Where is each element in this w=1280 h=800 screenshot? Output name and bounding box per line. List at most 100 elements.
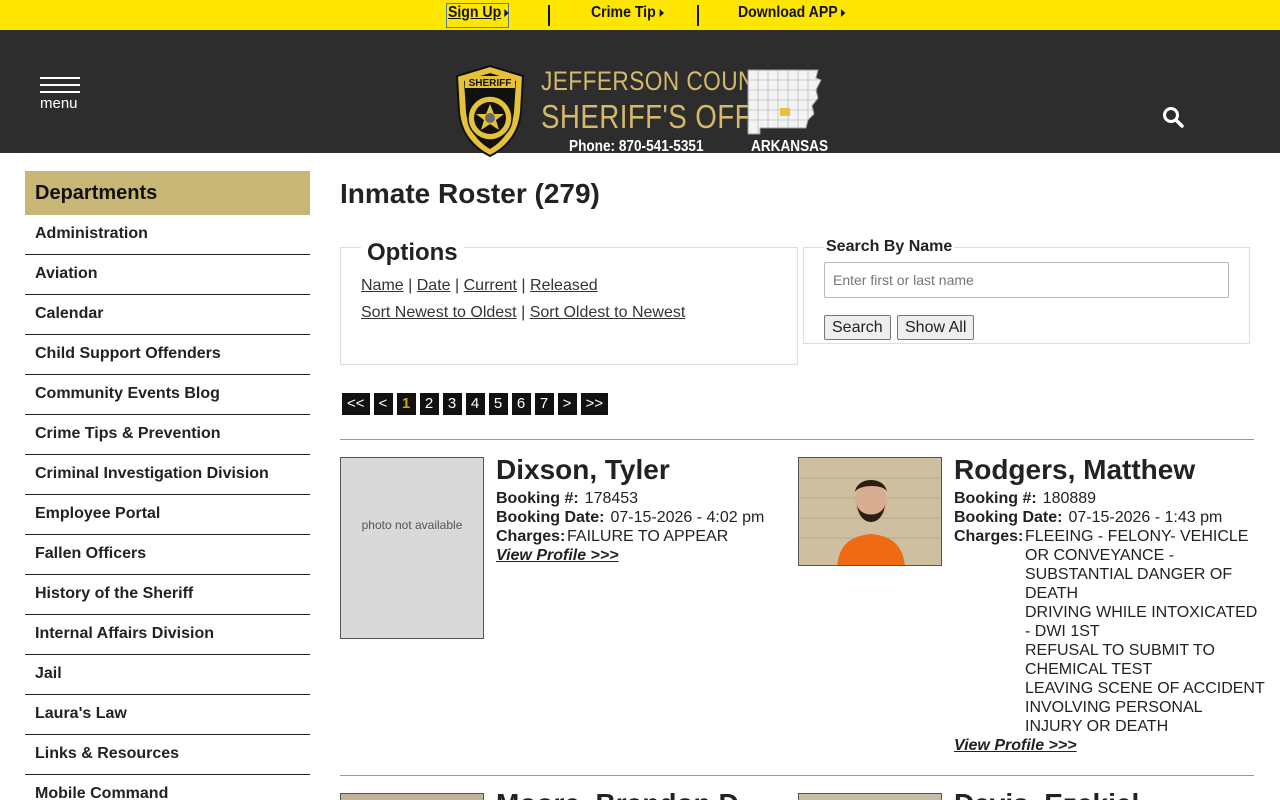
options-panel: Options Name | Date | Current | Released… <box>340 239 798 365</box>
booking-date-label: Booking Date: <box>496 509 605 526</box>
page-prev[interactable]: < <box>373 393 393 415</box>
sidebar-item-community-events-blog[interactable]: Community Events Blog <box>25 375 310 415</box>
page-5[interactable]: 5 <box>488 393 508 415</box>
divider <box>697 5 699 26</box>
arkansas-map-icon <box>747 69 822 135</box>
sidebar-item-crime-tips-prevention[interactable]: Crime Tips & Prevention <box>25 415 310 455</box>
caret-right-icon <box>504 8 510 17</box>
divider <box>340 439 1254 440</box>
hamburger-line <box>40 91 80 93</box>
page-4[interactable]: 4 <box>465 393 485 415</box>
sidebar-item-lauras-law[interactable]: Laura's Law <box>25 695 310 735</box>
separator: | <box>521 304 526 321</box>
inmate-name: Davis, Ezekiel <box>954 790 1139 800</box>
sidebar-item-criminal-investigation[interactable]: Criminal Investigation Division <box>25 455 310 495</box>
signup-label: Sign Up <box>448 4 502 21</box>
filter-links: Name | Date | Current | Released <box>361 277 598 295</box>
sidebar-heading: Departments <box>25 171 310 215</box>
filter-current-link[interactable]: Current <box>464 277 517 294</box>
inmate-card: Rodgers, Matthew Booking #: 180889 Bookin… <box>954 456 1265 755</box>
photo-unavailable-text: photo not available <box>361 518 463 532</box>
sidebar-item-aviation[interactable]: Aviation <box>25 255 310 295</box>
inmate-photo[interactable] <box>340 793 484 800</box>
charge-item: CHEMICAL TEST <box>1025 661 1153 678</box>
charge-item: INVOLVING PERSONAL <box>1025 699 1203 716</box>
charge-item: - DWI 1ST <box>1025 623 1100 640</box>
divider <box>340 775 1254 776</box>
departments-sidebar: Departments Administration Aviation Cale… <box>25 171 310 800</box>
caret-right-icon <box>659 8 664 17</box>
sidebar-item-employee-portal[interactable]: Employee Portal <box>25 495 310 535</box>
booking-number: 178453 <box>584 490 639 507</box>
page-first[interactable]: << <box>342 393 370 415</box>
menu-button[interactable]: menu <box>38 75 82 115</box>
sidebar-item-child-support-offenders[interactable]: Child Support Offenders <box>25 335 310 375</box>
sort-oldest-link[interactable]: Sort Oldest to Newest <box>530 304 686 321</box>
signup-link[interactable]: Sign Up <box>448 4 510 22</box>
page-1[interactable]: 1 <box>396 393 416 415</box>
sort-links: Sort Newest to Oldest | Sort Oldest to N… <box>361 304 685 322</box>
top-bar: Sign Up Crime Tip Download APP <box>0 0 1280 30</box>
charge-item: DRIVING WHILE INTOXICATED <box>1025 604 1258 621</box>
menu-label: menu <box>40 95 78 112</box>
charge-item: REFUSAL TO SUBMIT TO <box>1025 642 1215 659</box>
inmate-card: Davis, Ezekiel <box>954 790 1139 800</box>
sidebar-item-jail[interactable]: Jail <box>25 655 310 695</box>
sidebar-item-internal-affairs[interactable]: Internal Affairs Division <box>25 615 310 655</box>
separator: | <box>408 277 413 294</box>
sheriff-badge-logo[interactable]: SHERIFF <box>451 64 529 158</box>
page-next[interactable]: > <box>557 393 577 415</box>
filter-date-link[interactable]: Date <box>417 277 451 294</box>
sidebar-item-fallen-officers[interactable]: Fallen Officers <box>25 535 310 575</box>
download-app-label: Download APP <box>738 4 838 21</box>
view-profile-link[interactable]: View Profile >>> <box>954 736 1265 755</box>
charge-item: LEAVING SCENE OF ACCIDENT <box>1025 680 1265 697</box>
filter-released-link[interactable]: Released <box>530 277 598 294</box>
page-2[interactable]: 2 <box>419 393 439 415</box>
sidebar-item-mobile-command[interactable]: Mobile Command <box>25 775 310 800</box>
download-app-link[interactable]: Download APP <box>738 4 846 22</box>
booking-number: 180889 <box>1042 490 1097 507</box>
separator: | <box>455 277 460 294</box>
phone-number[interactable]: Phone: 870-541-5351 <box>569 138 704 156</box>
sidebar-item-history[interactable]: History of the Sheriff <box>25 575 310 615</box>
inmate-name: Rodgers, Matthew <box>954 454 1196 485</box>
sort-newest-link[interactable]: Sort Newest to Oldest <box>361 304 517 321</box>
page-3[interactable]: 3 <box>442 393 462 415</box>
page-6[interactable]: 6 <box>511 393 531 415</box>
crime-tip-link[interactable]: Crime Tip <box>591 4 664 22</box>
booking-number-label: Booking #: <box>954 490 1037 507</box>
page-7[interactable]: 7 <box>534 393 554 415</box>
options-legend: Options <box>361 239 464 267</box>
name-search-input[interactable] <box>824 262 1229 298</box>
mugshot-image <box>799 458 941 565</box>
show-all-button[interactable]: Show All <box>897 315 975 340</box>
hamburger-line <box>40 77 80 79</box>
sidebar-item-calendar[interactable]: Calendar <box>25 295 310 335</box>
inmate-photo[interactable] <box>798 793 942 800</box>
search-button[interactable]: Search <box>824 315 891 340</box>
divider <box>548 5 550 26</box>
charge-item: FAILURE TO APPEAR <box>567 528 729 545</box>
caret-right-icon <box>841 8 846 17</box>
booking-date: 07-15-2026 - 4:02 pm <box>610 509 765 526</box>
charges-label: Charges: <box>496 528 566 545</box>
search-icon[interactable] <box>1162 106 1184 128</box>
page-last[interactable]: >> <box>580 393 609 415</box>
hamburger-line <box>40 84 80 86</box>
charges-label: Charges: <box>954 528 1024 545</box>
view-profile-link[interactable]: View Profile >>> <box>496 546 764 565</box>
page-title: Inmate Roster (279) <box>340 178 600 209</box>
filter-name-link[interactable]: Name <box>361 277 404 294</box>
sidebar-item-links-resources[interactable]: Links & Resources <box>25 735 310 775</box>
inmate-photo[interactable] <box>798 457 942 566</box>
booking-date: 07-15-2026 - 1:43 pm <box>1068 509 1223 526</box>
sidebar-item-administration[interactable]: Administration <box>25 215 310 255</box>
badge-text: SHERIFF <box>469 78 512 89</box>
inmate-name: Moore, Brandon D <box>496 790 739 800</box>
inmate-photo-placeholder[interactable]: photo not available <box>340 457 484 639</box>
state-label: ARKANSAS <box>751 138 829 155</box>
charge-item: INJURY OR DEATH <box>1025 718 1169 735</box>
charges-list: FLEEING - FELONY- VEHICLE OR CONVEYANCE … <box>1025 527 1265 736</box>
search-label: Search By Name <box>824 238 955 256</box>
